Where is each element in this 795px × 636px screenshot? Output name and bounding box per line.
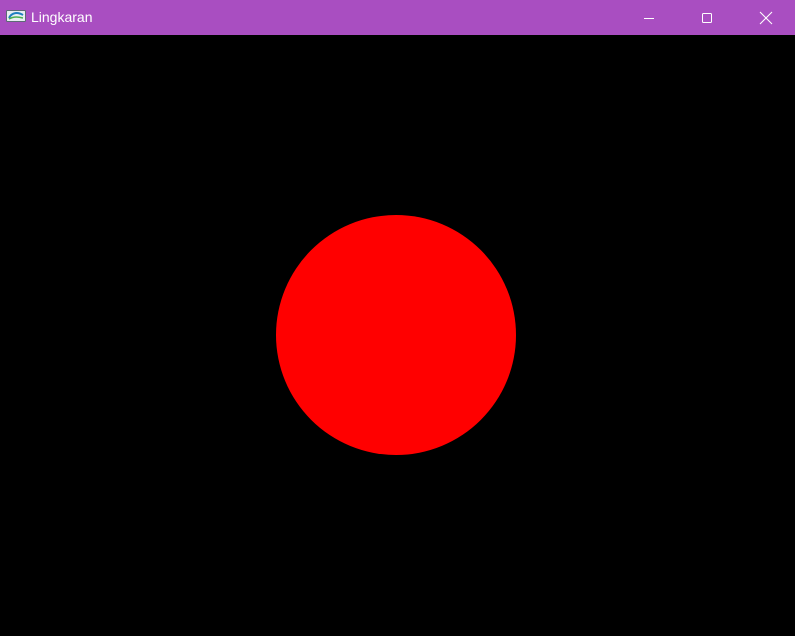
render-canvas[interactable] <box>0 35 795 636</box>
window-title: Lingkaran <box>31 9 93 25</box>
title-bar[interactable]: Lingkaran <box>0 0 795 35</box>
close-button[interactable] <box>737 0 795 35</box>
maximize-icon <box>702 12 712 23</box>
canvas-svg <box>276 215 516 455</box>
red-circle <box>276 215 516 455</box>
maximize-button[interactable] <box>678 0 736 35</box>
app-window: Lingkaran <box>0 0 795 636</box>
close-icon <box>759 11 773 24</box>
minimize-button[interactable] <box>620 0 678 35</box>
minimize-icon <box>644 17 654 19</box>
app-icon[interactable] <box>6 10 26 22</box>
